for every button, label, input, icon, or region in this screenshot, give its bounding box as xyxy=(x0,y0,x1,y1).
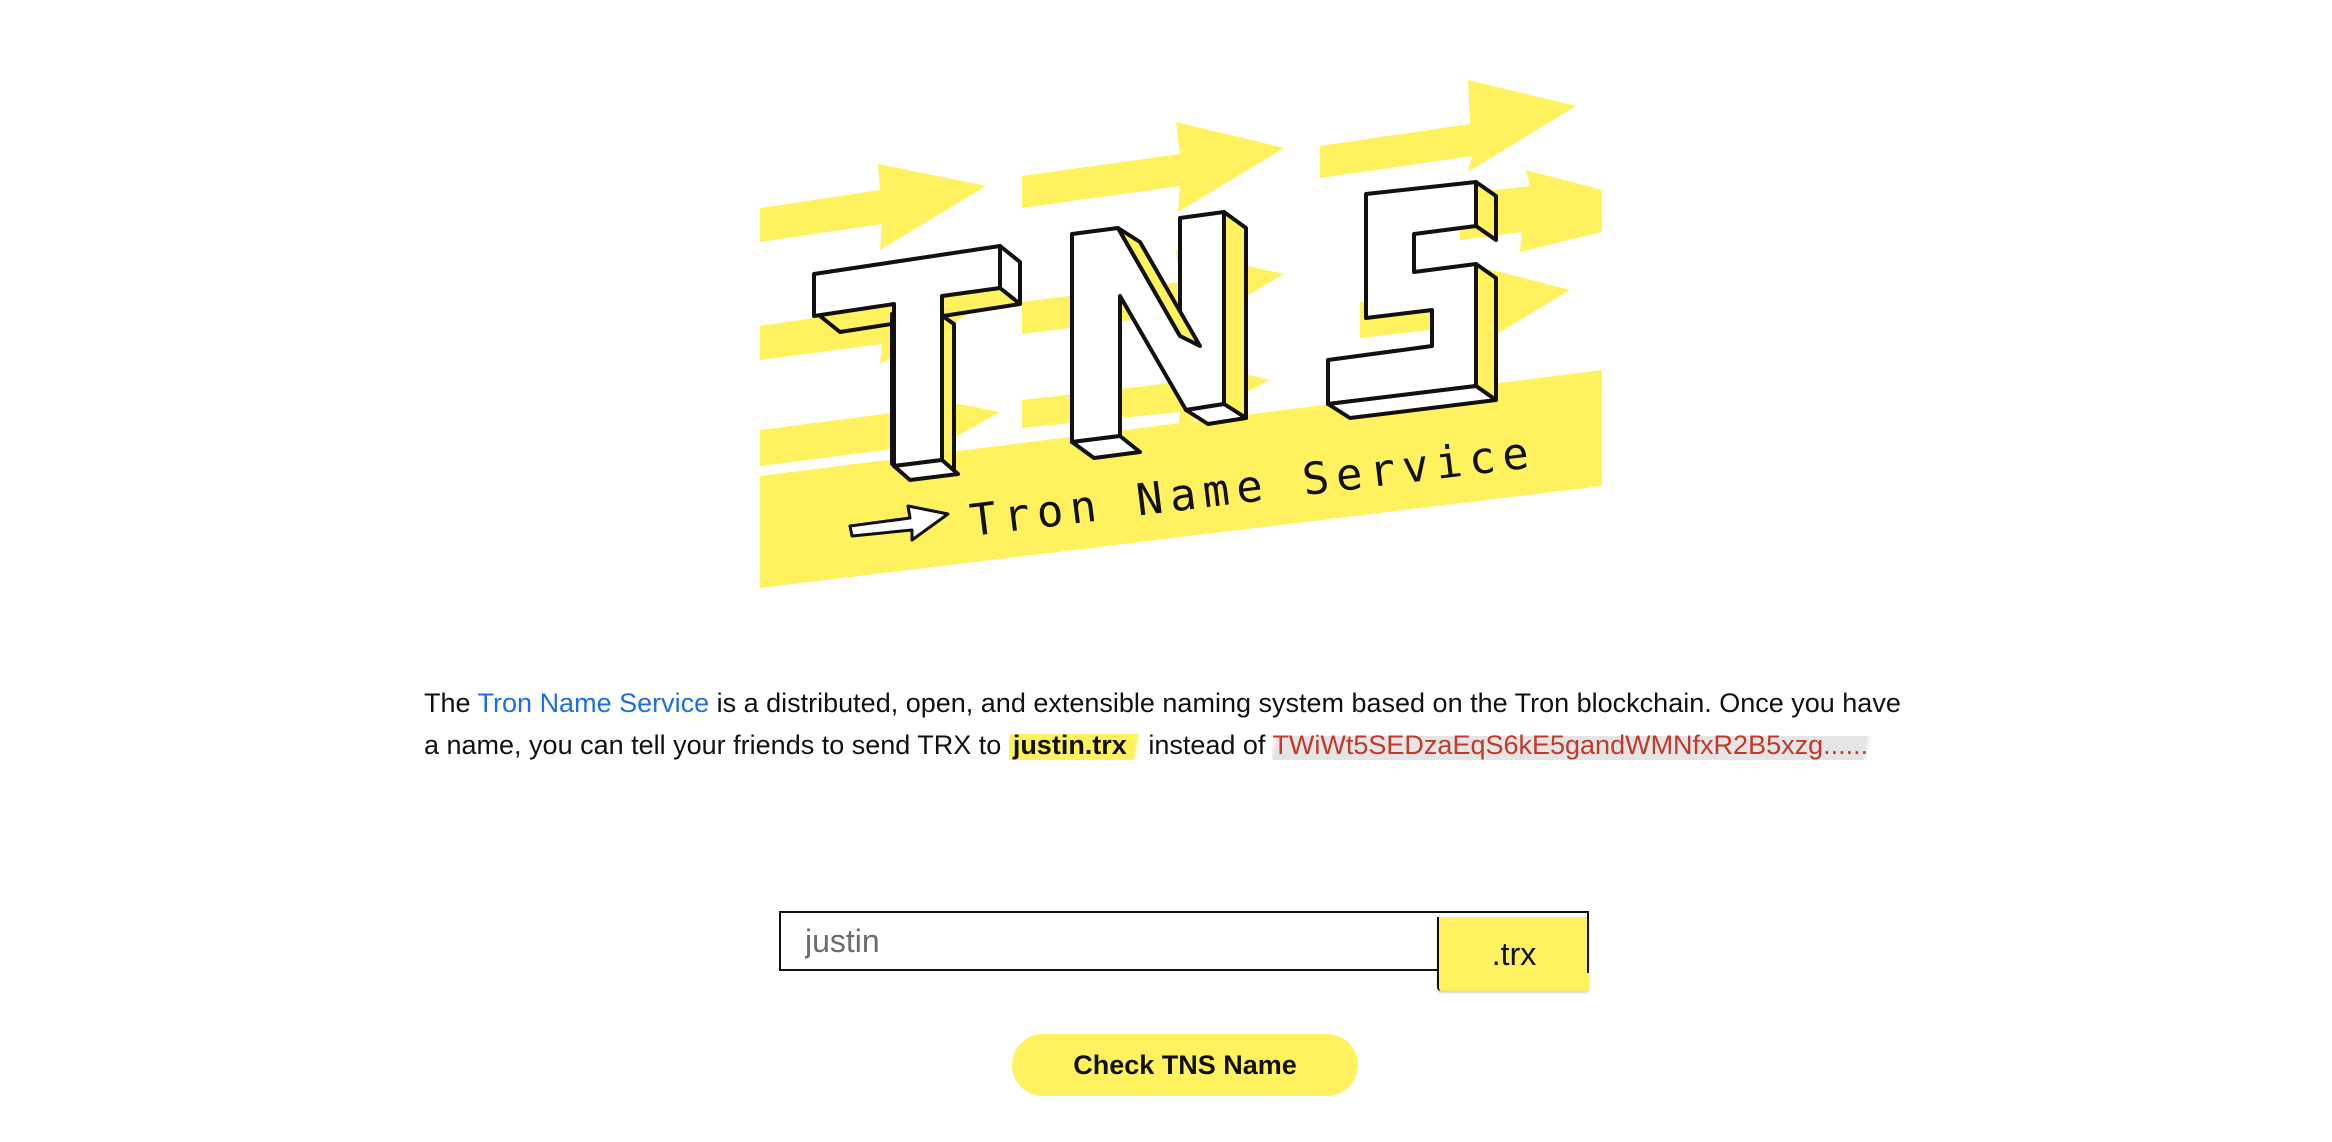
intro-prefix: The xyxy=(424,688,478,718)
input-border-top xyxy=(1435,911,1589,913)
tns-logo: Tron Name Service xyxy=(760,74,1602,588)
name-search-input[interactable] xyxy=(779,911,1437,971)
intro-instead-of: instead of xyxy=(1140,730,1273,760)
intro-paragraph: The Tron Name Service is a distributed, … xyxy=(424,682,1908,766)
letter-s xyxy=(1326,180,1498,420)
input-border-right xyxy=(1587,911,1589,973)
example-name: justin.trx xyxy=(1008,730,1141,760)
tns-logo-graphic: Tron Name Service xyxy=(760,80,1602,588)
tron-name-service-link[interactable]: Tron Name Service xyxy=(478,688,710,718)
letter-n xyxy=(1070,210,1248,460)
check-tns-name-button[interactable]: Check TNS Name xyxy=(1012,1034,1358,1096)
name-search-form: .trx xyxy=(779,911,1589,991)
example-address: TWiWt5SEDzaEqS6kE5gandWMNfxR2B5xzg...... xyxy=(1272,730,1875,760)
trx-suffix: .trx xyxy=(1437,917,1589,991)
